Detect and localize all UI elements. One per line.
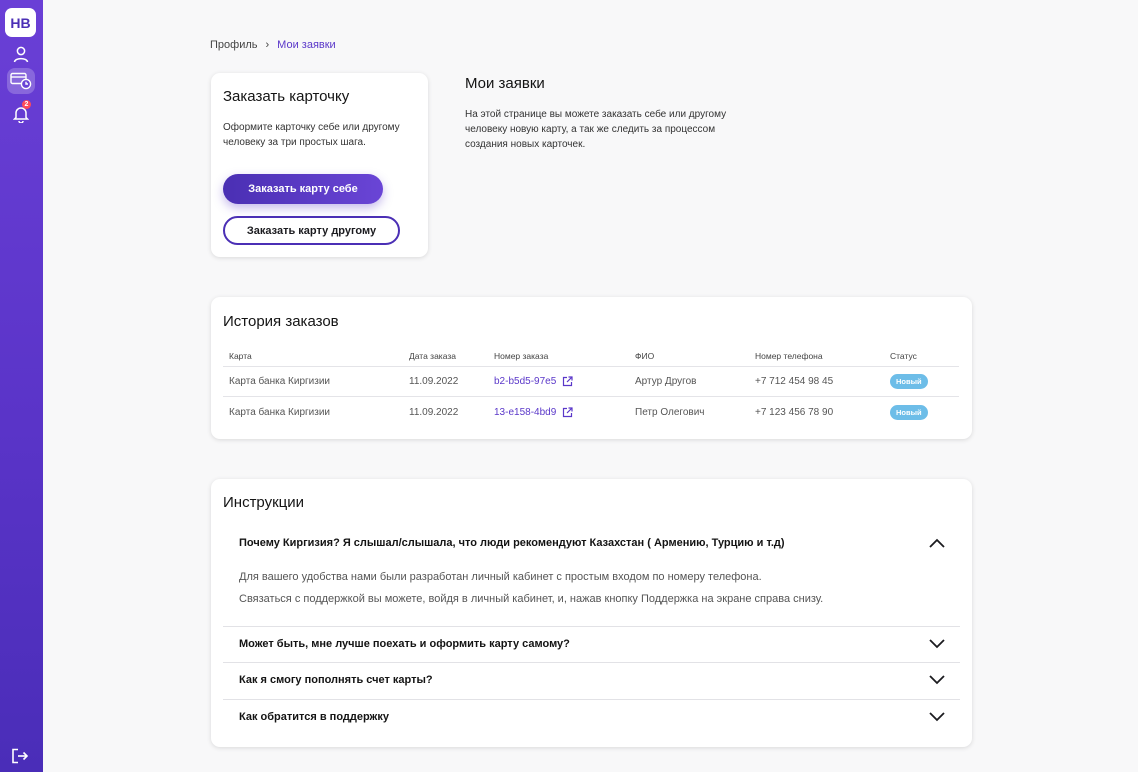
row-date: 11.09.2022	[409, 406, 459, 418]
row-name: Петр Олегович	[635, 406, 705, 418]
breadcrumb: Профиль › Мои заявки	[210, 39, 336, 51]
profile-icon[interactable]	[8, 41, 34, 67]
table-row: Карта банка Киргизии 11.09.2022 b2-b5d5-…	[223, 367, 959, 397]
order-history-title: История заказов	[223, 313, 339, 330]
row-name: Артур Другов	[635, 376, 697, 387]
row-order-number[interactable]: b2-b5d5-97e5	[494, 376, 556, 387]
chevron-down-icon[interactable]	[928, 674, 946, 686]
order-card-description: Оформите карточку себе или другому челов…	[223, 122, 400, 148]
faq-question[interactable]: Как я смогу пополнять счет карты?	[239, 674, 433, 686]
row-order-link[interactable]: b2-b5d5-97e5	[494, 367, 573, 396]
sidebar: НВ 2	[0, 0, 43, 772]
row-card: Карта банка Киргизии	[229, 406, 331, 418]
row-status: Новый	[890, 367, 928, 396]
app-logo[interactable]: НВ	[5, 8, 36, 37]
status-badge: Новый	[890, 404, 928, 420]
faq-item-2[interactable]: Может быть, мне лучше поехать и оформить…	[223, 638, 960, 662]
chevron-down-icon[interactable]	[928, 711, 946, 723]
notification-badge: 2	[22, 100, 31, 109]
faq-question[interactable]: Может быть, мне лучше поехать и оформить…	[239, 638, 570, 650]
column-header-phone: Номер телефона	[755, 350, 823, 361]
chevron-up-icon[interactable]	[928, 537, 946, 549]
card-history-icon[interactable]	[7, 68, 35, 94]
column-header-card: Карта	[229, 350, 252, 361]
faq-divider	[223, 699, 960, 700]
row-status: Новый	[890, 397, 928, 427]
page-description: На этой странице вы можете заказать себе…	[465, 109, 727, 150]
faq-item-1[interactable]: Почему Киргизия? Я слышал/слышала, что л…	[223, 534, 960, 624]
faq-question[interactable]: Как обратится в поддержку	[239, 711, 389, 723]
bell-icon[interactable]: 2	[8, 100, 34, 127]
faq-divider	[223, 626, 960, 627]
logout-icon[interactable]	[11, 748, 31, 766]
row-date: 11.09.2022	[409, 376, 459, 387]
row-phone: +7 712 454 98 45	[755, 376, 834, 387]
table-header-row: Карта Дата заказа Номер заказа ФИО Номер…	[223, 345, 959, 367]
column-header-status: Статус	[890, 350, 917, 361]
order-card: Заказать карточку Оформите карточку себе…	[211, 73, 428, 257]
faq-item-4[interactable]: Как обратится в поддержку	[223, 711, 960, 735]
row-order-link[interactable]: 13-e158-4bd9	[494, 397, 573, 427]
instructions-title: Инструкции	[223, 494, 305, 511]
external-link-icon[interactable]	[562, 376, 573, 387]
breadcrumb-separator: ›	[265, 39, 270, 51]
chevron-down-icon[interactable]	[928, 638, 946, 650]
faq-answer-line: Связаться с поддержкой вы можете, войдя …	[239, 593, 824, 605]
breadcrumb-current: Мои заявки	[277, 39, 336, 51]
order-history-table: Карта Дата заказа Номер заказа ФИО Номер…	[223, 345, 959, 427]
faq-item-3[interactable]: Как я смогу пополнять счет карты?	[223, 674, 960, 698]
column-header-name: ФИО	[635, 350, 655, 361]
page-title: Мои заявки	[465, 75, 545, 92]
column-header-date: Дата заказа	[409, 350, 456, 361]
order-card-self-button[interactable]: Заказать карту себе	[223, 174, 383, 204]
faq-answer-line: Для вашего удобства нами были разработан…	[239, 571, 762, 583]
order-history-card: История заказов Карта Дата заказа Номер …	[211, 297, 972, 439]
faq-question[interactable]: Почему Киргизия? Я слышал/слышала, что л…	[239, 537, 785, 549]
order-card-title: Заказать карточку	[223, 88, 350, 105]
external-link-icon[interactable]	[562, 406, 573, 418]
column-header-order: Номер заказа	[494, 350, 549, 361]
instructions-card: Инструкции Почему Киргизия? Я слышал/слы…	[211, 479, 972, 747]
status-badge: Новый	[890, 374, 928, 389]
row-order-number[interactable]: 13-e158-4bd9	[494, 407, 556, 418]
faq-divider	[223, 662, 960, 663]
table-row: Карта банка Киргизии 11.09.2022 13-e158-…	[223, 397, 959, 427]
row-phone: +7 123 456 78 90	[755, 406, 834, 418]
row-card: Карта банка Киргизии	[229, 376, 331, 387]
order-card-other-button[interactable]: Заказать карту другому	[223, 216, 400, 245]
breadcrumb-profile-link[interactable]: Профиль	[210, 39, 258, 51]
